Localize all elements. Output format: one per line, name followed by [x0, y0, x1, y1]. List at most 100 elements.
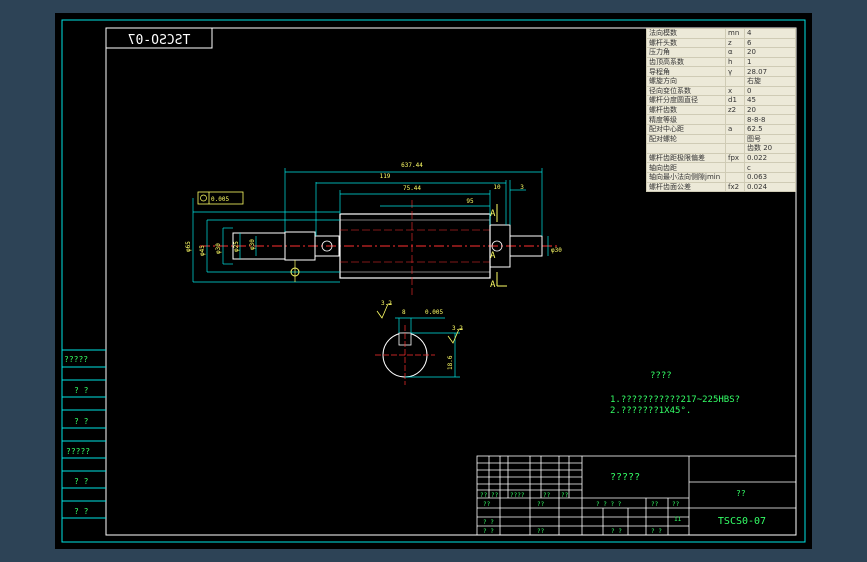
param-row: 螺杆头数 z 6 — [646, 37, 796, 49]
param-sym: h — [725, 56, 745, 68]
param-sym: x — [725, 85, 745, 97]
param-val: 8-8-8 — [744, 114, 796, 125]
note-2: 2.???????1X45°. — [610, 406, 691, 416]
param-name: 螺旋方向 — [646, 75, 726, 87]
param-name: 径向变位系数 — [646, 85, 726, 97]
param-name: 配对螺轮 — [646, 133, 726, 145]
sec-rough-2: 3.2 — [452, 325, 463, 332]
param-sym — [725, 162, 745, 173]
param-sym: d1 — [725, 95, 745, 106]
left-cell-1: ? ? — [74, 386, 89, 395]
designer-cell: ?? — [736, 489, 746, 498]
param-val: 右旋 — [744, 75, 796, 87]
left-cell-2: ? ? — [74, 417, 89, 426]
param-row: 精度等级 8-8-8 — [646, 114, 796, 125]
param-row: 配对螺轮 图号 — [646, 133, 796, 145]
left-cell-4: ? ? — [74, 477, 89, 486]
param-val: 0.024 — [744, 181, 796, 193]
dim-dia-main: φ45 — [199, 245, 206, 256]
tb-r3-0: ?? — [483, 501, 491, 508]
param-val: 1 — [744, 56, 796, 68]
param-name: 轴向齿距 — [646, 162, 726, 173]
dim-a: 119 — [380, 173, 391, 180]
param-val: c — [744, 162, 796, 173]
tb-r3-3: ? ? — [483, 528, 494, 535]
param-val: 20 — [744, 104, 796, 116]
param-name: 螺杆分度圆直径 — [646, 95, 726, 106]
param-val: 45 — [744, 95, 796, 106]
param-name: 精度等级 — [646, 114, 726, 125]
param-sym — [725, 75, 745, 87]
param-row: 法向模数 mn 4 — [646, 28, 796, 39]
param-name — [646, 143, 726, 154]
dim-dia-small: φ30 — [249, 239, 256, 250]
part-code: TSCS0-07 — [718, 516, 766, 527]
param-val: 6 — [744, 37, 796, 49]
sec-depth: 18.6 — [447, 355, 454, 370]
param-row: 螺杆分度圆直径 d1 45 — [646, 95, 796, 106]
param-name: 螺杆齿距极限偏差 — [646, 152, 726, 164]
param-sym — [725, 133, 745, 145]
sec-rough: 3.2 — [381, 300, 392, 307]
dim-b: 75.44 — [403, 185, 421, 192]
tb-r3-2: ? ? — [483, 519, 494, 526]
sec-width: 8 — [402, 309, 406, 316]
param-name: 配对中心距 — [646, 123, 726, 135]
param-row: 压力角 α 20 — [646, 47, 796, 58]
param-name: 螺杆齿面公差 — [646, 181, 726, 193]
param-val: 0 — [744, 85, 796, 97]
tb-r1-0: ?? — [480, 492, 488, 499]
left-cell-0: ????? — [64, 355, 88, 364]
dim-dia-1: φ65 — [185, 241, 192, 252]
sec-tol: 0.005 — [425, 309, 443, 316]
tb-r1-1: ?? — [491, 492, 499, 499]
param-val: 4 — [744, 28, 796, 39]
tol-value: 0.005 — [211, 196, 229, 203]
dim-d: 3 — [520, 184, 524, 191]
param-row: 螺旋方向 右旋 — [646, 75, 796, 87]
tb-r2-0: ?? — [537, 528, 545, 535]
dim-dia-right: φ30 — [551, 247, 562, 254]
param-name: 导程角 — [646, 66, 726, 77]
tb-r2-2: ? ? — [611, 528, 622, 535]
left-cell-5: ? ? — [74, 507, 89, 516]
cad-viewport: TSCSO-07 ????? ? ? ? ? ????? ? ? ? ? 0.0… — [0, 0, 867, 562]
param-val: 28.07 — [744, 66, 796, 77]
param-row: 螺杆齿距极限偏差 fpx 0.022 — [646, 152, 796, 164]
param-val: 齿数 20 — [744, 143, 796, 154]
param-name: 齿顶高系数 — [646, 56, 726, 68]
tb-r4-0: ? ? ? ? — [596, 501, 622, 508]
dim-total: 637.44 — [401, 162, 423, 169]
param-name: 压力角 — [646, 47, 726, 58]
tb-r3-1: ?? — [537, 501, 545, 508]
tb-r4-1: ?? — [651, 501, 659, 508]
tb-r4-2: ?? — [672, 501, 680, 508]
param-row: 径向变位系数 x 0 — [646, 85, 796, 97]
param-val: 图号 — [744, 133, 796, 145]
param-name: 法向模数 — [646, 28, 726, 39]
param-row: 配对中心距 a 62.5 — [646, 123, 796, 135]
note-1: 1.???????????217~225HBS? — [610, 395, 740, 405]
param-sym: mn — [725, 28, 745, 39]
param-val: 62.5 — [744, 123, 796, 135]
param-row: 轴向最小法向侧隙jmin 0.063 — [646, 171, 796, 183]
dim-c: 10 — [493, 184, 501, 191]
param-row: 轴向齿距 c — [646, 162, 796, 173]
parameter-table: 法向模数 mn 4 螺杆头数 z 6 压力角 α 20 齿顶高系数 h 1 导程角 γ 28.07 螺旋方向 右… — [646, 28, 796, 193]
param-sym: z2 — [725, 104, 745, 116]
param-val: 0.063 — [744, 171, 796, 183]
code-mirrored: TSCSO-07 — [128, 33, 191, 48]
param-name: 轴向最小法向侧隙jmin — [646, 171, 726, 183]
dim-e: 95 — [466, 198, 474, 205]
title-cell: ????? — [610, 472, 640, 483]
dim-dia-2: φ30 — [215, 243, 222, 254]
param-sym: fpx — [725, 152, 745, 164]
tb-r1-2: ???? — [510, 492, 525, 499]
param-val: 20 — [744, 47, 796, 58]
left-cell-3: ????? — [66, 447, 90, 456]
param-sym: γ — [725, 66, 745, 77]
param-row: 螺杆齿数 z2 20 — [646, 104, 796, 116]
tb-r2-3: ? ? — [651, 528, 662, 535]
tb-r1-3: ?? — [543, 492, 551, 499]
param-row: 螺杆齿面公差 fx2 0.024 — [646, 181, 796, 193]
